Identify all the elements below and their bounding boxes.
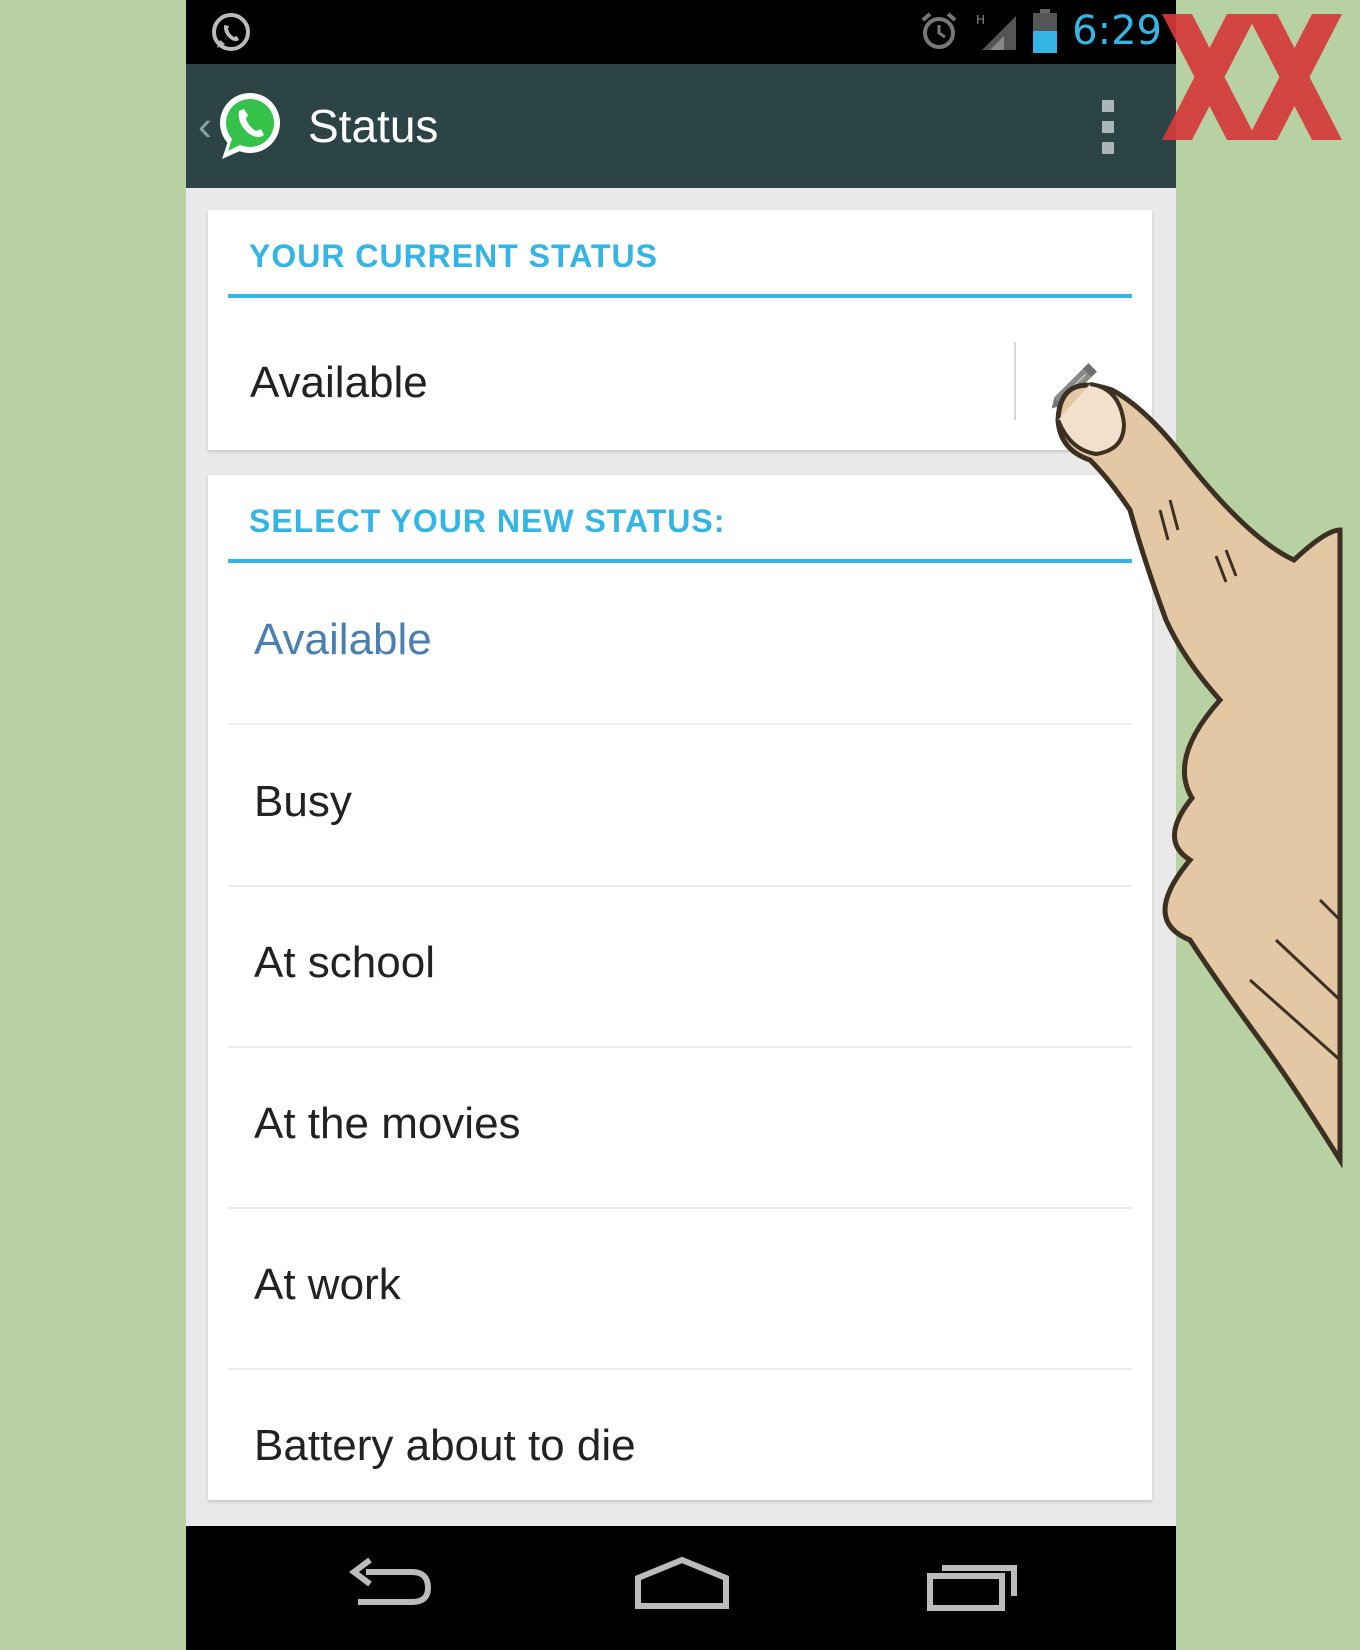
option-label: At the movies xyxy=(254,1099,521,1148)
option-label: Available xyxy=(254,615,432,664)
svg-text:H: H xyxy=(976,13,985,27)
option-label: At school xyxy=(254,938,435,987)
status-bar: H 6:29 xyxy=(186,0,1176,64)
status-option-at-school[interactable]: At school xyxy=(228,886,1132,1048)
page-title: Status xyxy=(308,100,439,152)
whatsapp-logo[interactable] xyxy=(212,89,286,163)
whatsapp-notification-icon xyxy=(212,13,250,51)
divider xyxy=(1014,342,1016,420)
new-status-card: SELECT YOUR NEW STATUS: Available Busy A… xyxy=(208,475,1152,1500)
navigation-bar xyxy=(186,1526,1176,1650)
recents-nav-icon[interactable] xyxy=(926,1556,1020,1616)
alarm-icon xyxy=(921,12,957,49)
battery-icon xyxy=(1033,9,1058,53)
clock: 6:29 xyxy=(1072,8,1162,54)
overflow-menu-icon[interactable] xyxy=(1102,100,1114,154)
watermark-logo xyxy=(1162,14,1342,140)
pointing-hand-illustration xyxy=(1055,382,1343,1169)
current-status-value: Available xyxy=(250,358,428,407)
status-option-busy[interactable]: Busy xyxy=(228,725,1132,887)
option-label: Battery about to die xyxy=(254,1421,636,1470)
home-nav-icon[interactable] xyxy=(634,1556,730,1616)
status-option-battery-about-to-die[interactable]: Battery about to die xyxy=(228,1369,1132,1529)
status-icons: H 6:29 xyxy=(918,8,1162,54)
status-option-at-work[interactable]: At work xyxy=(228,1208,1132,1370)
current-status-card: YOUR CURRENT STATUS Available xyxy=(208,210,1152,450)
new-status-header: SELECT YOUR NEW STATUS: xyxy=(228,475,1132,563)
status-option-at-the-movies[interactable]: At the movies xyxy=(228,1047,1132,1209)
status-option-available[interactable]: Available xyxy=(228,563,1132,725)
current-status-row[interactable]: Available xyxy=(208,328,1152,450)
back-icon[interactable]: ‹ xyxy=(198,105,212,147)
phone-screen: H 6:29 ‹ Status YOUR CURRENT STATUS Avai… xyxy=(186,0,1176,1650)
option-label: Busy xyxy=(254,777,352,826)
back-nav-icon[interactable] xyxy=(346,1556,436,1616)
option-label: At work xyxy=(254,1260,401,1309)
action-bar: ‹ Status xyxy=(186,64,1176,188)
current-status-header: YOUR CURRENT STATUS xyxy=(228,210,1132,298)
signal-icon: H xyxy=(976,13,1017,50)
